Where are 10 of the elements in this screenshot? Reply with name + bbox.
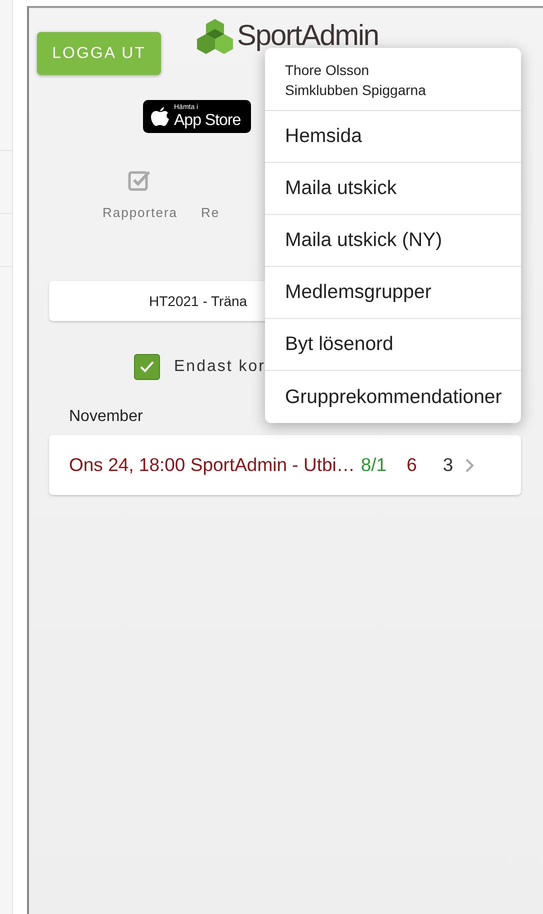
month-heading: November <box>69 408 144 426</box>
event-title: Ons 24, 18:00 SportAdmin - Utbi… <box>69 454 355 476</box>
filter-label: Endast kor <box>174 358 266 376</box>
badge-title: App Store <box>174 112 241 129</box>
attendance-ratio: 8/1 <box>360 454 387 476</box>
absent-count: 6 <box>406 454 417 476</box>
club-name: Simklubben Spiggarna <box>285 81 427 100</box>
logo-text: SportAdmin <box>237 20 379 52</box>
pending-count: 3 <box>442 454 454 476</box>
user-name: Thore Olsson <box>285 61 370 80</box>
